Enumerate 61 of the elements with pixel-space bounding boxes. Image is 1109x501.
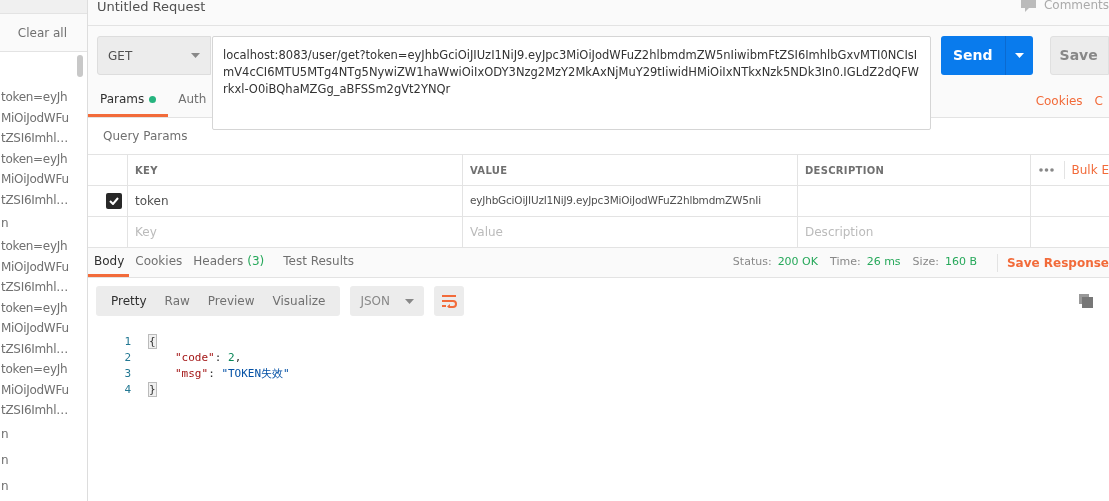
history-item[interactable]: token=eyJh MiOiJodWFu tZSI6Imhl…	[0, 236, 87, 298]
save-response-button[interactable]: Save Response	[996, 253, 1109, 272]
caret-icon	[190, 53, 200, 58]
line-number: 4	[123, 382, 131, 398]
header-link[interactable]: Cookies	[1029, 84, 1089, 117]
history-item[interactable]: n	[0, 420, 87, 447]
request-tab[interactable]: Params	[88, 84, 169, 117]
line-number: 2	[123, 350, 131, 366]
request-title: Untitled Request	[97, 0, 206, 16]
history-item[interactable]: n	[0, 472, 87, 499]
format-dropdown[interactable]: JSON	[350, 286, 425, 316]
input-field[interactable]: Value	[470, 217, 797, 247]
caret-icon	[405, 298, 415, 304]
column-header: VALUE	[462, 154, 797, 185]
response-tab[interactable]: Test Results	[277, 248, 359, 277]
comment-icon	[1020, 0, 1036, 12]
view-mode-tab[interactable]: Preview	[198, 286, 264, 316]
meta-label: Status:	[732, 254, 772, 271]
check-icon	[109, 197, 119, 205]
history-item[interactable]: n	[0, 446, 87, 473]
view-mode-tab[interactable]: Visualize	[263, 286, 335, 316]
meta-label: Size:	[912, 254, 939, 271]
column-header: KEY	[127, 154, 462, 185]
copy-icon[interactable]	[1079, 294, 1093, 308]
wrap-icon	[441, 294, 458, 308]
view-mode-tab[interactable]: Pretty	[102, 286, 156, 316]
input-field[interactable]: Key	[135, 217, 462, 247]
save-button[interactable]: Save	[1049, 36, 1109, 75]
request-tab[interactable]: Auth	[168, 84, 207, 117]
response-tab[interactable]: Cookies	[129, 248, 188, 277]
meta-value: 26 ms	[866, 254, 901, 271]
meta-label: Time:	[830, 254, 861, 271]
input-field[interactable]: Description	[805, 217, 1030, 247]
caret-icon	[1014, 53, 1024, 58]
history-item[interactable]: token=eyJh MiOiJodWFu tZSI6Imhl…	[0, 359, 87, 421]
section-title: Query Params	[102, 128, 189, 145]
scrollbar-thumb[interactable]	[77, 55, 83, 77]
wrap-lines-button[interactable]	[434, 286, 465, 316]
response-tab[interactable]: Headers (3)	[187, 248, 270, 277]
table-cell: token	[127, 185, 462, 216]
table-cell: eyJhbGciOiJIUzI1NiJ9.eyJpc3MiOiJodWFuZ2hlbmdmZW5nIi	[462, 185, 797, 216]
history-item[interactable]: n	[0, 210, 87, 236]
code-line: "code": 2,	[174, 350, 242, 366]
checkbox[interactable]	[106, 193, 122, 209]
send-button[interactable]: Send	[940, 36, 1033, 75]
url-field[interactable]: localhost:8083/user/get?token=eyJhbGciOiJIUzI1NiJ9.eyJpc3MiOiJodWFuZ2hlbmdmZW5nIiwibmFtZSI6ImhlbGxvMTI0NCIsImV4cCI6MTU5MTg4NTg5NywiZW1haWwiOiIxODY3Nzg2MzY2MkAxNjMuY29tIiwidHMiOiIxNTkxNzk5NDk3In0.IGLdZ2dQFWrkxl-O0iBQhaMZGg_aBFSSm2gVt2YNQr	[212, 36, 931, 130]
history-item[interactable]: token=eyJh MiOiJodWFu tZSI6Imhl…	[0, 87, 87, 149]
meta-value: 200 OK	[777, 254, 818, 271]
history-item[interactable]: token=eyJh MiOiJodWFu tZSI6Imhl…	[0, 297, 87, 359]
code-line: "msg": "TOKEN失效"	[174, 366, 290, 382]
line-number: 1	[123, 334, 131, 350]
response-tab[interactable]: Body	[88, 248, 130, 277]
view-mode-tab[interactable]: Raw	[155, 286, 199, 316]
column-header: DESCRIPTION	[797, 154, 1030, 185]
line-number: 3	[123, 366, 131, 382]
meta-value: 160 B	[944, 254, 977, 271]
method-dropdown[interactable]: GET	[97, 36, 211, 75]
header-link[interactable]: C	[1088, 84, 1109, 117]
history-item[interactable]: token=eyJh MiOiJodWFu tZSI6Imhl…	[0, 148, 87, 210]
more-options-icon[interactable]	[1039, 168, 1055, 172]
bulk-edit-link[interactable]: Bulk E	[1064, 161, 1109, 179]
